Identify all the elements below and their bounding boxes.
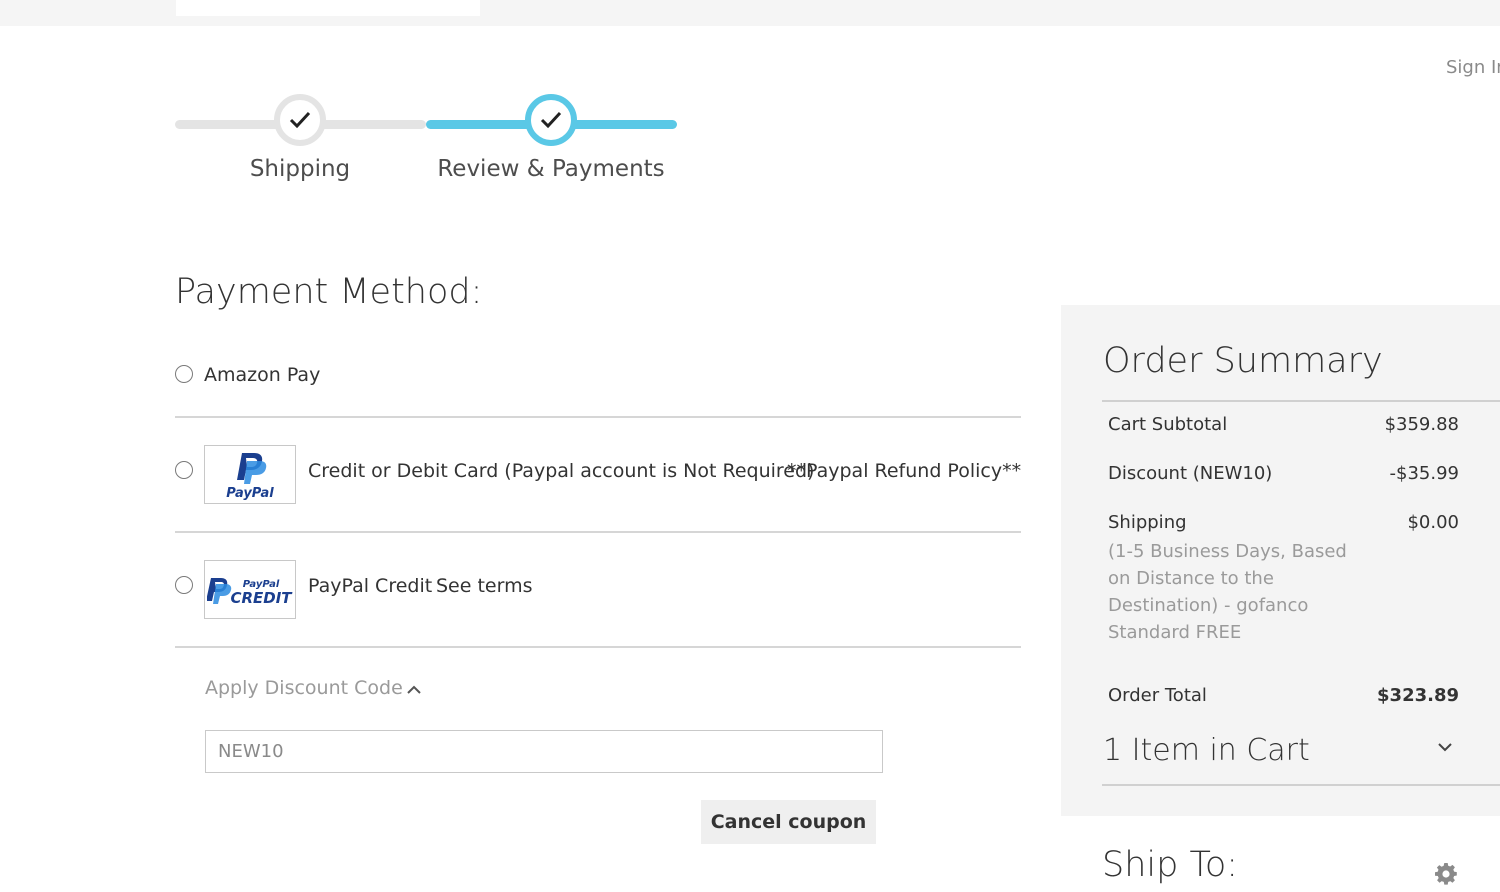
payment-option-paypal-card[interactable]: PayPal Credit or Debit Card (Paypal acco… [175, 444, 1021, 506]
payment-option-paypal-credit[interactable]: PayPal CREDIT PayPal Credit See terms [175, 559, 1021, 621]
shipping-method-note: (1-5 Business Days, Based on Distance to… [1108, 541, 1347, 643]
header-search-box[interactable] [176, 0, 480, 16]
step-review-circle [525, 94, 577, 146]
paypal-card-radio[interactable] [175, 461, 193, 479]
ship-to-title: Ship To: [1102, 845, 1239, 885]
checkout-progress-bar: Shipping Review & Payments [175, 92, 677, 192]
discount-value: -$35.99 [1389, 463, 1459, 484]
payment-option-amazon-pay[interactable]: Amazon Pay [175, 360, 1021, 400]
chevron-down-icon[interactable] [1437, 741, 1453, 753]
checkmark-icon [289, 111, 311, 129]
paypal-refund-policy-link[interactable]: **Paypal Refund Policy** [787, 460, 1021, 482]
summary-divider [1102, 400, 1500, 402]
checkmark-icon [540, 111, 562, 129]
cancel-coupon-button[interactable]: Cancel coupon [701, 800, 876, 844]
discount-code-input[interactable] [205, 730, 883, 773]
paypal-credit-label[interactable]: PayPal Credit [308, 575, 432, 597]
sign-in-link[interactable]: Sign In [1446, 57, 1500, 78]
step-shipping-label[interactable]: Shipping [250, 156, 350, 182]
order-total-label: Order Total [1108, 685, 1207, 706]
summary-divider [1102, 784, 1500, 786]
order-summary-panel: Order Summary Cart Subtotal $359.88 Disc… [1061, 305, 1500, 816]
paypal-card-label[interactable]: Credit or Debit Card (Paypal account is … [308, 460, 814, 482]
apply-discount-toggle[interactable]: Apply Discount Code [205, 677, 403, 699]
subtotal-label: Cart Subtotal [1108, 414, 1228, 435]
order-summary-title: Order Summary [1103, 341, 1383, 381]
amazon-pay-label[interactable]: Amazon Pay [204, 364, 320, 386]
payment-method-title: Payment Method: [175, 272, 483, 312]
paypal-logo-icon: PayPal [226, 452, 274, 501]
step-shipping-circle[interactable] [274, 94, 326, 146]
step-review-label: Review & Payments [437, 156, 665, 182]
order-total-value: $323.89 [1377, 685, 1459, 706]
svg-text:PayPal: PayPal [226, 486, 274, 501]
chevron-up-icon[interactable] [405, 682, 423, 696]
paypal-credit-logo: PayPal CREDIT [204, 560, 296, 619]
payment-divider [175, 416, 1021, 418]
paypal-credit-logo-icon: PayPal CREDIT [207, 577, 293, 607]
items-in-cart-toggle[interactable]: 1 Item in Cart [1103, 733, 1310, 768]
payment-divider [175, 646, 1021, 648]
shipping-value: $0.00 [1407, 512, 1459, 533]
shipping-label: Shipping [1108, 512, 1187, 533]
discount-label: Discount (NEW10) [1108, 463, 1273, 484]
amazon-pay-radio[interactable] [175, 365, 193, 383]
payment-divider [175, 531, 1021, 533]
paypal-credit-radio[interactable] [175, 576, 193, 594]
svg-text:CREDIT: CREDIT [230, 589, 293, 607]
paypal-logo: PayPal [204, 445, 296, 504]
gear-icon[interactable] [1434, 862, 1458, 886]
see-terms-link[interactable]: See terms [436, 575, 533, 597]
top-bar [0, 0, 1500, 26]
subtotal-value: $359.88 [1384, 414, 1459, 435]
